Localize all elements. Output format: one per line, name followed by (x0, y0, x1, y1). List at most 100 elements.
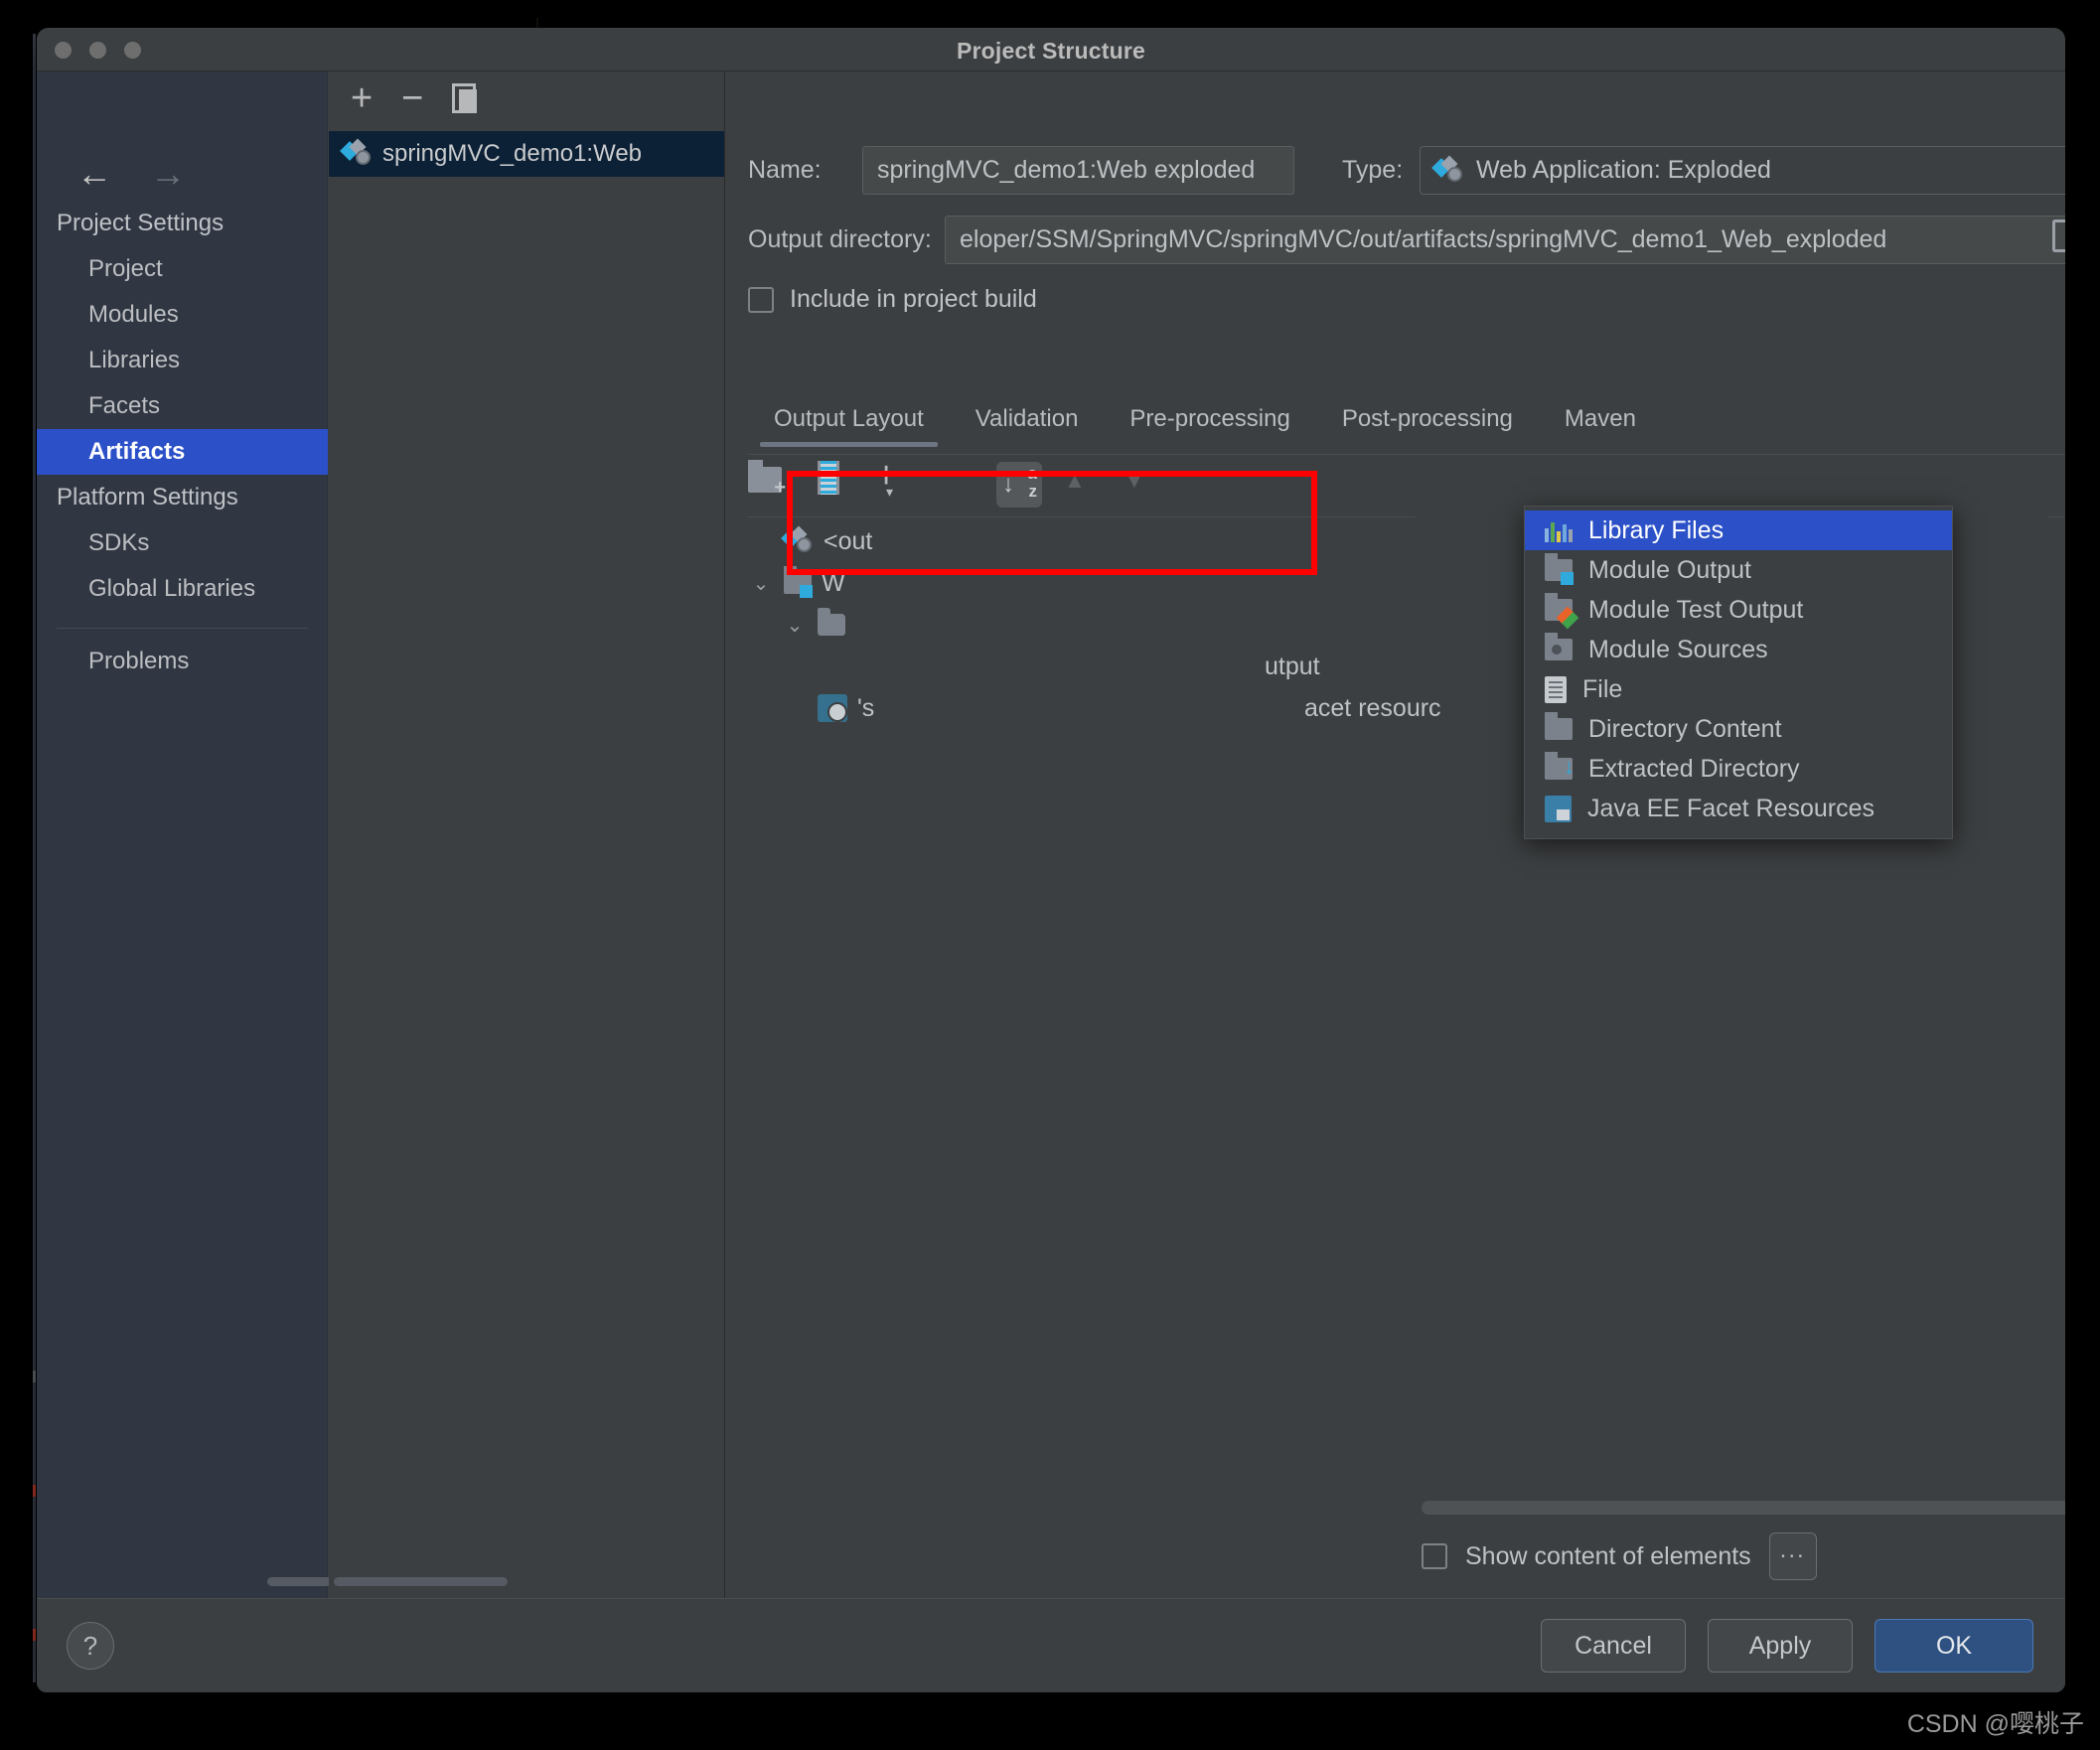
include-in-build-checkbox[interactable] (748, 286, 774, 313)
show-content-checkbox[interactable] (1422, 1543, 1447, 1569)
sidebar-item-modules[interactable]: Modules (37, 292, 328, 338)
browse-folder-icon[interactable] (2052, 219, 2065, 252)
create-archive-icon (818, 461, 839, 495)
gutter-mark-error (33, 1485, 36, 1497)
tab-maven[interactable]: Maven (1539, 399, 1662, 447)
remove-element-button[interactable]: − (933, 457, 955, 495)
copy-artifact-button[interactable] (452, 83, 478, 119)
tree-node-label: W (822, 568, 845, 597)
sort-by-name-button[interactable]: ↓ a z (996, 462, 1042, 512)
menu-item-label: Extracted Directory (1588, 754, 1800, 783)
sort-by-name-icon: ↓ a z (996, 462, 1042, 508)
nav-history-controls[interactable]: ← → (76, 156, 186, 192)
menu-item-directory-content[interactable]: Directory Content (1525, 709, 1952, 749)
menu-item-module-test-output[interactable]: Module Test Output (1525, 590, 1952, 630)
forward-arrow-icon[interactable]: → (150, 156, 186, 192)
sidebar-item-project[interactable]: Project (37, 246, 328, 292)
dialog-footer: ? Cancel Apply OK (37, 1598, 2065, 1692)
sidebar-item-sdks[interactable]: SDKs (37, 520, 328, 566)
artifacts-horizontal-scrollbar[interactable] (334, 1577, 508, 1586)
file-icon (1545, 675, 1567, 703)
chevron-down-icon: ▼ (2062, 160, 2065, 181)
tab-pre-processing[interactable]: Pre-processing (1104, 399, 1315, 447)
menu-item-label: Module Output (1588, 555, 1751, 584)
output-layout-horizontal-scrollbar[interactable] (1422, 1501, 2065, 1515)
add-plus-icon: + ▾ (875, 455, 898, 500)
help-button[interactable]: ? (67, 1622, 114, 1670)
menu-item-module-sources[interactable]: Module Sources (1525, 630, 1952, 669)
tree-node-module-output[interactable]: utput (748, 646, 1443, 687)
sidebar-group-platform-settings: Platform Settings (57, 484, 238, 510)
copy-icon (452, 83, 478, 113)
tree-node-label: 's (857, 693, 875, 722)
sidebar-item-libraries[interactable]: Libraries (37, 338, 328, 383)
menu-item-extracted-directory[interactable]: ↓ Extracted Directory (1525, 749, 1952, 789)
sidebar-item-artifacts[interactable]: Artifacts (37, 429, 328, 475)
move-down-button[interactable]: ▼ (1124, 468, 1145, 494)
menu-item-label: Java EE Facet Resources (1587, 794, 1875, 822)
output-directory-value: eloper/SSM/SpringMVC/springMVC/out/artif… (960, 225, 1887, 253)
artifact-list-item[interactable]: springMVC_demo1:Web (329, 131, 724, 177)
available-panel-divider (2047, 516, 2065, 517)
tree-twist-expanded-icon[interactable]: ⌄ (782, 613, 808, 638)
output-layout-tree: <out ⌄ W ⌄ utput 's acet resourc (748, 520, 1443, 729)
add-element-context-menu: Library Files Module Output Module Test … (1524, 506, 1953, 839)
ok-button[interactable]: OK (1875, 1619, 2033, 1673)
add-artifact-button[interactable]: + (351, 79, 373, 117)
sidebar-item-problems[interactable]: Problems (37, 639, 328, 684)
project-structure-dialog: Project Structure ← → Project Settings P… (37, 28, 2065, 1692)
module-sources-icon (1545, 633, 1573, 660)
extracted-directory-icon: ↓ (1545, 752, 1575, 780)
apply-button[interactable]: Apply (1708, 1619, 1853, 1673)
tree-node-label: utput (1265, 652, 1320, 680)
more-options-button[interactable]: ... (1768, 1532, 1817, 1580)
menu-item-java-ee-facet-resources[interactable]: Java EE Facet Resources (1525, 789, 1952, 828)
module-output-icon (1545, 553, 1574, 585)
name-label: Name: (748, 156, 822, 184)
tree-node-artifact-root[interactable]: <out (748, 520, 1443, 562)
settings-sidebar: ← → Project Settings Project Modules Lib… (37, 72, 441, 1598)
back-arrow-icon[interactable]: ← (76, 156, 112, 192)
menu-item-file[interactable]: File (1525, 669, 1952, 709)
artifacts-list-panel: + − springMVC_demo1:Web (329, 72, 725, 1598)
screenshot-root: Project Structure ← → Project Settings P… (0, 0, 2100, 1750)
move-up-icon: ▲ (1064, 468, 1086, 493)
folder-icon (818, 608, 845, 636)
sidebar-item-facets[interactable]: Facets (37, 383, 328, 429)
module-output-icon (784, 566, 813, 598)
tab-validation[interactable]: Validation (950, 399, 1105, 447)
output-directory-input[interactable]: eloper/SSM/SpringMVC/springMVC/out/artif… (945, 216, 2065, 264)
csdn-watermark: CSDN @嘤桃子 (1906, 1710, 2084, 1738)
sidebar-nav-list: Project Settings Project Modules Librari… (37, 201, 328, 684)
add-copy-of-button[interactable]: + ▾ (875, 455, 898, 500)
include-in-build-row[interactable]: Include in project build (748, 285, 1037, 314)
menu-item-label: File (1582, 674, 1623, 703)
menu-item-library-files[interactable]: Library Files (1525, 510, 1952, 550)
tree-node-folder[interactable]: ⌄ (748, 604, 1443, 646)
menu-item-module-output[interactable]: Module Output (1525, 550, 1952, 590)
remove-artifact-button[interactable]: − (401, 79, 423, 117)
create-archive-button[interactable] (818, 461, 839, 500)
tree-node-facet-resources[interactable]: acet resourc (748, 687, 1443, 729)
tab-post-processing[interactable]: Post-processing (1316, 399, 1539, 447)
show-content-label: Show content of elements (1465, 1541, 1751, 1570)
tab-output-layout[interactable]: Output Layout (748, 399, 950, 447)
tree-node-web[interactable]: ⌄ W (748, 562, 1443, 604)
type-dropdown[interactable]: Web Application: Exploded ▼ (1420, 146, 2065, 195)
output-directory-label: Output directory: (748, 225, 932, 253)
detail-tabs: Output Layout Validation Pre-processing … (748, 399, 2065, 455)
background-gutter (33, 34, 36, 1682)
sidebar-divider (57, 628, 308, 629)
cancel-button[interactable]: Cancel (1541, 1619, 1686, 1673)
include-in-build-label: Include in project build (790, 285, 1037, 313)
tree-node-label: <out (824, 526, 873, 555)
name-input[interactable]: springMVC_demo1:Web exploded (862, 146, 1294, 195)
tree-twist-expanded-icon[interactable]: ⌄ (748, 571, 774, 596)
move-up-button[interactable]: ▲ (1064, 468, 1086, 494)
artifacts-toolbar: + − (329, 72, 724, 131)
sidebar-item-global-libraries[interactable]: Global Libraries (37, 566, 328, 612)
artifact-icon (781, 525, 814, 554)
menu-item-label: Module Test Output (1588, 595, 1804, 624)
create-directory-button[interactable]: + (748, 460, 786, 498)
tree-node-label: acet resourc (1304, 693, 1441, 722)
